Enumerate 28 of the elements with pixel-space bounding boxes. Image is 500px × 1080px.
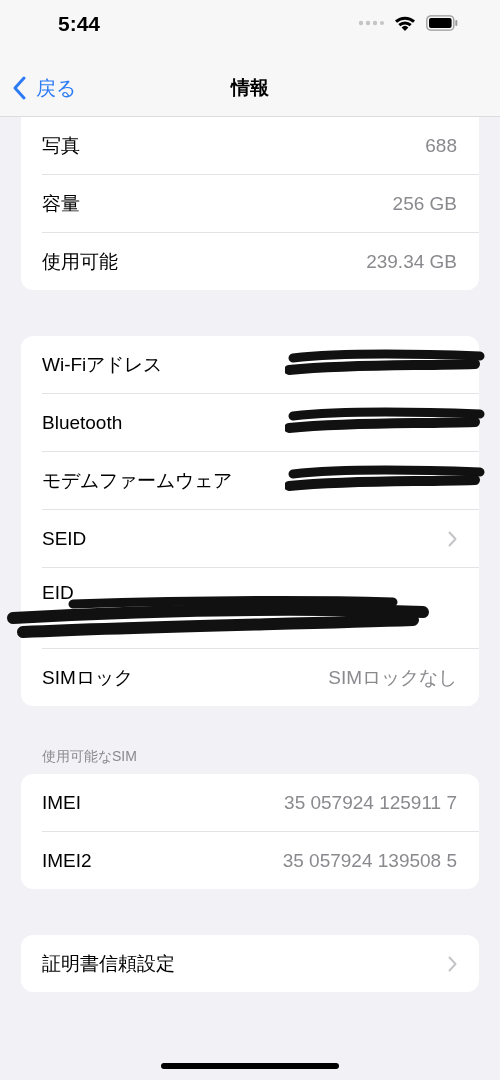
settings-row[interactable]: 証明書信頼設定 (21, 935, 479, 992)
row-label: 使用可能 (42, 249, 118, 274)
row-label: Wi-Fiアドレス (42, 352, 163, 377)
status-time: 5:44 (58, 12, 101, 36)
row-value: 35 057924 125911 7 (284, 791, 457, 814)
page-title: 情報 (231, 76, 269, 100)
row-label: 写真 (42, 133, 80, 158)
section-header: 使用可能なSIM (41, 748, 138, 766)
row-value: SIMロックなし (328, 665, 457, 690)
row-label: Bluetooth (42, 411, 123, 434)
row-label: IMEI (42, 791, 82, 814)
row-value: 239.34 GB (366, 250, 457, 273)
row-label: IMEI2 (42, 849, 92, 872)
back-button[interactable]: 戻る (0, 74, 76, 102)
battery-icon (426, 15, 458, 31)
row-value: 35 057924 139508 5 (282, 849, 457, 872)
row-label: SIMロック (42, 665, 133, 690)
row-label: 容量 (42, 191, 80, 216)
chevron-right-icon (448, 530, 457, 547)
wifi-icon (394, 15, 416, 31)
settings-row[interactable]: SEID (21, 510, 479, 567)
row-label: モデムファームウェア (42, 468, 232, 493)
chevron-right-icon (448, 955, 457, 972)
row-value: 688 (425, 134, 457, 157)
signal-dots-icon (358, 20, 384, 26)
row-label: EID (42, 582, 74, 604)
chevron-left-icon (12, 76, 26, 100)
row-value: 256 GB (392, 192, 457, 215)
